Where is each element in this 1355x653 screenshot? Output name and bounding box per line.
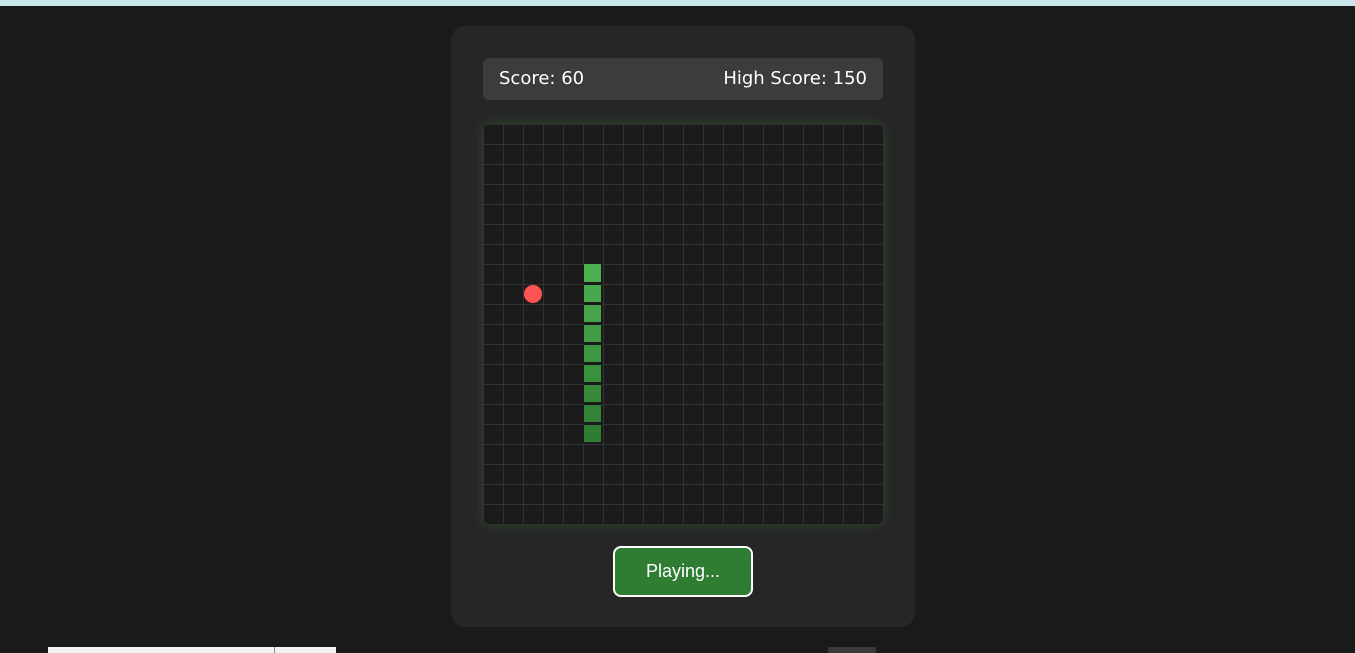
snake-segment: [583, 364, 602, 383]
snake-segment: [583, 384, 602, 403]
snake-segment: [583, 284, 602, 303]
game-status-button[interactable]: Playing...: [613, 546, 753, 597]
food-item: [524, 285, 542, 303]
game-container: Score: 60 High Score: 150 Playing...: [451, 26, 915, 627]
high-score-display: High Score: 150: [723, 68, 867, 89]
score-display: Score: 60: [499, 68, 585, 89]
snake-segment: [583, 424, 602, 443]
snake-head: [583, 264, 602, 283]
game-board[interactable]: [483, 124, 883, 524]
snake-segment: [583, 344, 602, 363]
bottom-panel-divider: [274, 647, 275, 653]
bottom-panel-right: [828, 647, 876, 653]
snake-segment: [583, 304, 602, 323]
snake-segment: [583, 404, 602, 423]
bottom-panel-left: [48, 647, 336, 653]
score-panel: Score: 60 High Score: 150: [483, 58, 883, 100]
snake-segment: [583, 324, 602, 343]
browser-top-strip: [0, 0, 1355, 6]
